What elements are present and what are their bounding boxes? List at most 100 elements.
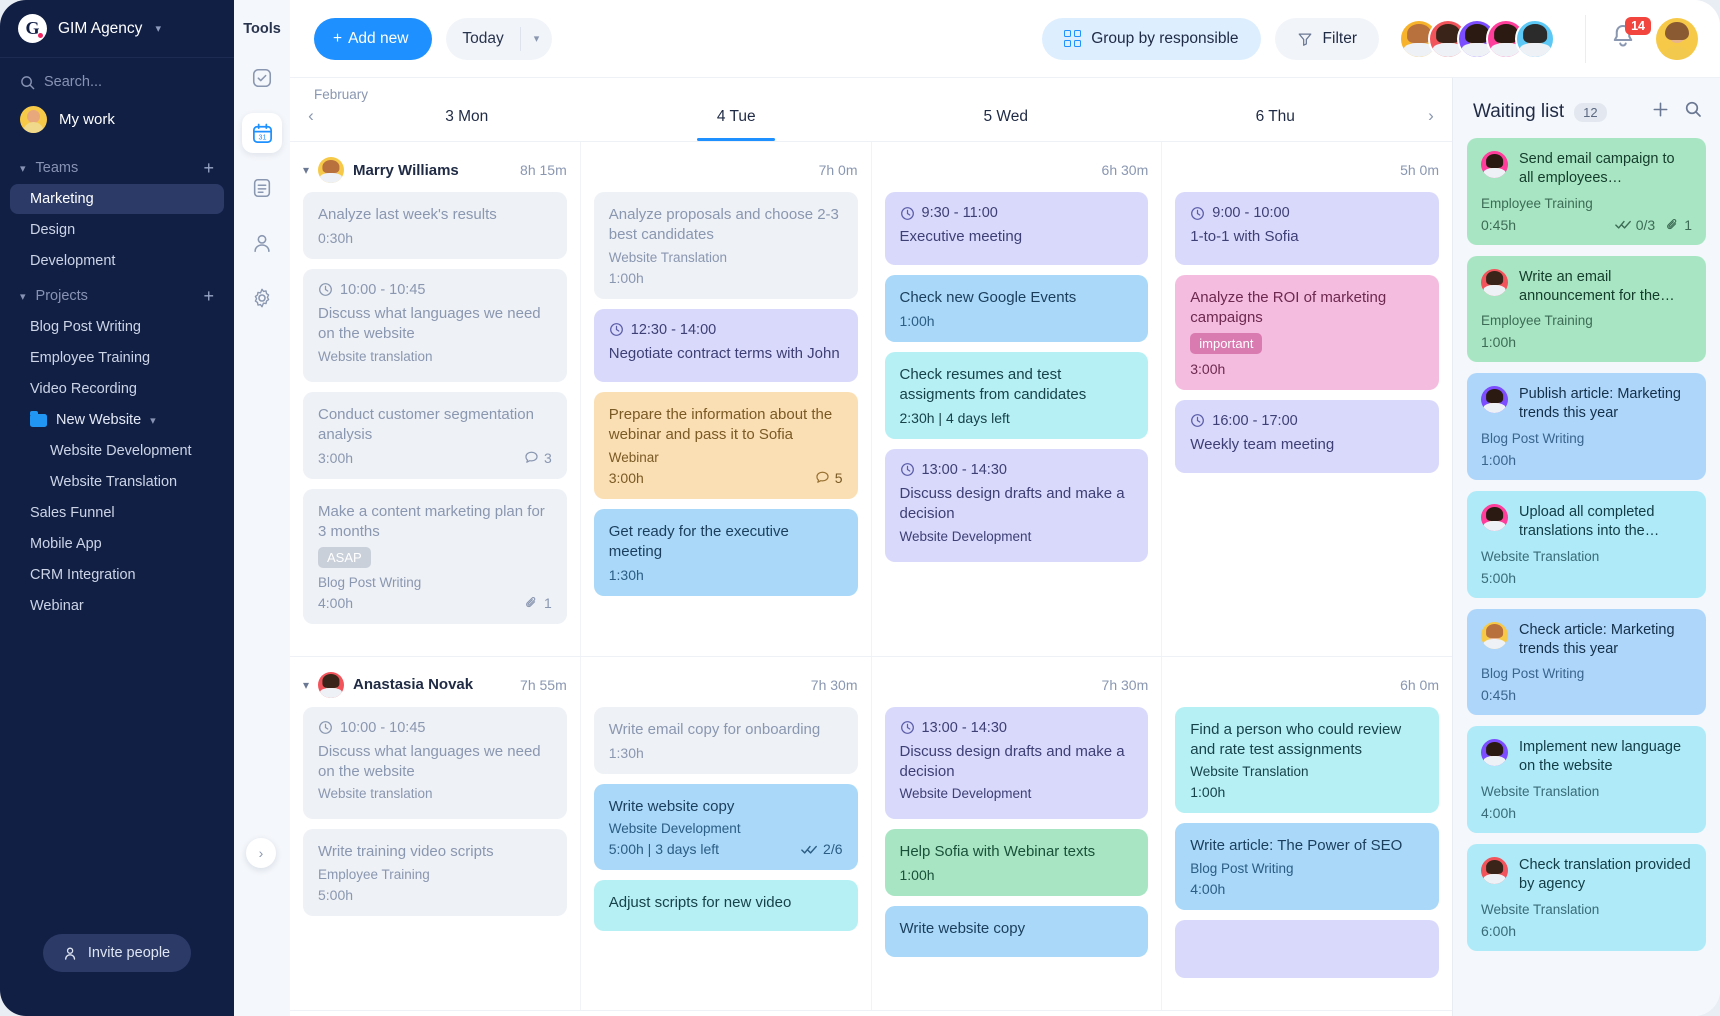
task-card[interactable]: Write website copy [884, 906, 1149, 958]
comment-count: 3 [543, 449, 552, 466]
sidebar-item-blog-post-writing[interactable]: Blog Post Writing [10, 312, 224, 342]
sidebar-item-marketing[interactable]: Marketing [10, 184, 224, 214]
sidebar-item-webinar[interactable]: Webinar [10, 591, 224, 621]
people-tool-button[interactable] [242, 223, 282, 263]
chevron-down-icon[interactable]: ▾ [303, 163, 309, 177]
task-title: Executive meeting [899, 228, 1023, 245]
workspace-switcher[interactable]: G GIM Agency ▾ [0, 0, 234, 58]
search-waiting-icon[interactable] [1684, 100, 1702, 124]
group-by-responsible-button[interactable]: Group by responsible [1042, 17, 1261, 60]
today-button[interactable]: Today ▾ [446, 17, 553, 60]
task-card[interactable]: Write article: The Power of SEO Blog Post… [1175, 823, 1439, 911]
task-card[interactable] [1175, 920, 1439, 979]
sidebar-item-crm-integration[interactable]: CRM Integration [10, 560, 224, 590]
sidebar-item-design[interactable]: Design [10, 215, 224, 245]
task-card[interactable]: Analyze last week's results 0:30h [303, 192, 567, 259]
teams-group-header[interactable]: ▾ Teams + [0, 149, 234, 183]
day-tab[interactable]: 5 Wed [871, 102, 1141, 141]
task-card[interactable]: Find a person who could review and rate … [1175, 706, 1439, 814]
tasks-tool-button[interactable] [242, 58, 282, 98]
task-card[interactable]: Conduct customer segmentation analysis 3:… [303, 391, 567, 479]
expand-rail-button[interactable]: › [246, 838, 276, 868]
add-project-icon[interactable]: + [203, 287, 214, 305]
sidebar-folder-new-website[interactable]: New Website ▾ [10, 405, 224, 435]
chevron-down-icon[interactable]: ▾ [303, 678, 309, 692]
task-card[interactable]: 13:00 - 14:30 Discuss design drafts and m… [884, 448, 1149, 562]
task-card[interactable]: Get ready for the executive meeting 1:30h [593, 508, 858, 596]
task-card[interactable]: Write website copy Website Development 5:0… [593, 783, 858, 871]
member-avatars[interactable] [1399, 18, 1555, 59]
waiting-card[interactable]: Write an email announcement for the ne..… [1467, 255, 1706, 363]
task-card[interactable]: Prepare the information about the webina… [593, 391, 858, 499]
prev-week-button[interactable]: ‹ [290, 102, 332, 141]
task-card[interactable]: 10:00 - 10:45 Discuss what languages we n… [303, 706, 567, 820]
waiting-card[interactable]: Upload all completed translations into t… [1467, 491, 1706, 598]
task-card[interactable]: Help Sofia with Webinar texts 1:00h [884, 829, 1149, 897]
waiting-card[interactable]: Publish article: Marketing trends this y… [1467, 373, 1706, 481]
projects-group-header[interactable]: ▾ Projects + [0, 277, 234, 311]
projects-label: Projects [35, 288, 88, 304]
task-card[interactable]: Analyze proposals and choose 2-3 best ca… [593, 192, 858, 299]
task-title: Write email copy for onboarding [608, 720, 821, 738]
task-card[interactable]: Make a content marketing plan for 3 mont… [303, 488, 567, 624]
add-new-button[interactable]: + Add new [314, 17, 433, 60]
sidebar-item-video-recording[interactable]: Video Recording [10, 374, 224, 404]
add-team-icon[interactable]: + [203, 159, 214, 177]
invite-people-button[interactable]: Invite people [42, 934, 192, 972]
waiting-card[interactable]: Check translation provided by agency Webs… [1467, 844, 1706, 951]
waiting-card[interactable]: Send email campaign to all employees int… [1467, 138, 1706, 245]
task-card[interactable]: Analyze the ROI of marketing campaigns im… [1175, 274, 1439, 390]
sidebar-item-my-work[interactable]: My work [0, 96, 234, 149]
chevron-down-icon[interactable]: ▾ [150, 414, 156, 427]
day-tab[interactable]: 4 Tue [602, 102, 872, 141]
board-scroll-area[interactable]: ▾ Marry Williams 8h 15m Analyze last week's… [290, 142, 1452, 1016]
sidebar-item-mobile-app[interactable]: Mobile App [10, 529, 224, 559]
calendar-tool-button[interactable]: 31 [242, 113, 282, 153]
filter-button[interactable]: Filter [1274, 17, 1379, 60]
chevron-down-icon[interactable]: ▾ [521, 18, 553, 60]
person-add-icon [64, 946, 79, 961]
day-header-row: ‹ 3 Mon 4 Tue 5 Wed 6 Thu › [290, 102, 1452, 142]
waiting-card[interactable]: Check article: Marketing trends this yea… [1467, 608, 1706, 716]
task-card[interactable]: Write email copy for onboarding 1:30h [593, 706, 858, 774]
waiting-card[interactable]: Implement new language on the website Web… [1467, 726, 1706, 834]
search-input[interactable]: Search... [0, 58, 234, 96]
task-card[interactable]: Adjust scripts for new video [593, 880, 858, 932]
task-card[interactable]: 10:00 - 10:45 Discuss what languages we n… [303, 268, 567, 382]
sidebar-item-sales-funnel[interactable]: Sales Funnel [10, 498, 224, 528]
task-card[interactable]: 9:00 - 10:00 1-to-1 with Sofia [1175, 192, 1439, 265]
sidebar-item-website-development[interactable]: Website Development [10, 436, 224, 466]
task-card[interactable]: 16:00 - 17:00 Weekly team meeting [1175, 399, 1439, 473]
next-week-button[interactable]: › [1410, 102, 1452, 141]
notes-tool-button[interactable] [242, 168, 282, 208]
comment-icon [524, 450, 539, 465]
task-duration: 3:00h [608, 469, 644, 486]
task-card[interactable]: Check new Google Events 1:00h [884, 274, 1149, 342]
day-column: 7h 30m Write email copy for onboarding 1:3… [581, 656, 872, 1011]
task-time-label: 13:00 - 14:30 [921, 719, 1007, 736]
add-waiting-task-icon[interactable] [1651, 100, 1670, 124]
day-tab[interactable]: 3 Mon [332, 102, 602, 141]
day-total-time: 7h 30m [1101, 676, 1149, 693]
task-duration: 1:00h [899, 312, 935, 329]
waiting-card-top: Send email campaign to all employees int… [1481, 150, 1692, 188]
day-tab[interactable]: 6 Thu [1141, 102, 1411, 141]
notifications-button[interactable]: 14 [1608, 16, 1651, 56]
task-duration: 1:30h [608, 744, 644, 761]
calendar-and-waiting: February ‹ 3 Mon 4 Tue 5 Wed 6 Thu › ▾ Marry… [290, 78, 1720, 1016]
sidebar-item-development[interactable]: Development [10, 246, 224, 276]
current-user-avatar[interactable] [1656, 17, 1698, 60]
task-card[interactable]: Write training video scripts Employee Tra… [303, 829, 567, 917]
sidebar-item-employee-training[interactable]: Employee Training [10, 343, 224, 373]
settings-tool-button[interactable] [242, 278, 282, 318]
sidebar-item-website-translation[interactable]: Website Translation [10, 467, 224, 497]
person-row: ▾ Marry Williams 8h 15m Analyze last week's… [290, 142, 1452, 657]
task-card[interactable]: 13:00 - 14:30 Discuss design drafts and m… [884, 706, 1149, 820]
task-card[interactable]: 12:30 - 14:00 Negotiate contract terms wi… [593, 308, 858, 382]
task-card[interactable]: Check resumes and test assigments from c… [884, 351, 1149, 439]
avatar[interactable] [1515, 18, 1555, 59]
task-card[interactable]: 9:30 - 11:00 Executive meeting [884, 192, 1149, 265]
task-meta-right: 5 [815, 470, 843, 486]
task-meta: 3:00h [1190, 361, 1424, 377]
waiting-card-meta: 1:00h [1481, 452, 1692, 468]
